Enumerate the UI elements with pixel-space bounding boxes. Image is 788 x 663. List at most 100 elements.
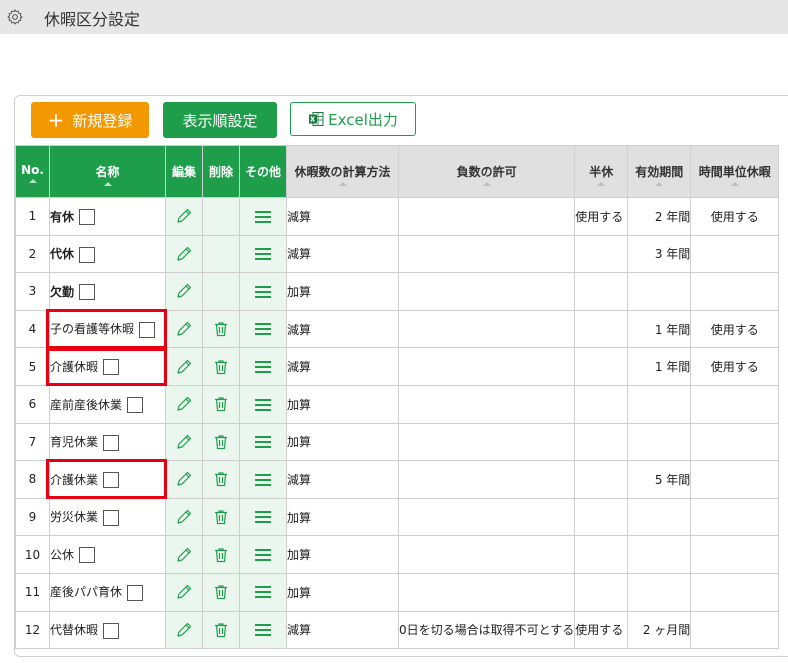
- trash-icon[interactable]: [212, 433, 230, 451]
- other-cell[interactable]: [239, 384, 287, 424]
- row-checkbox[interactable]: [103, 359, 120, 376]
- col-header-half[interactable]: 半休: [574, 145, 629, 198]
- table-row[interactable]: 12 代替休暇 減算 0日を切る場合は取得不可とする 使用する 2 ヶ月間: [15, 610, 780, 650]
- table-row[interactable]: 4 子の看護等休暇 減算 1 年間 使用する: [15, 309, 780, 349]
- row-checkbox[interactable]: [103, 434, 120, 451]
- other-cell[interactable]: [239, 309, 287, 349]
- row-checkbox[interactable]: [79, 209, 96, 226]
- pencil-icon[interactable]: [175, 470, 193, 488]
- edit-cell[interactable]: [165, 234, 203, 274]
- other-cell[interactable]: [239, 572, 287, 612]
- delete-cell[interactable]: [202, 422, 240, 462]
- pencil-icon[interactable]: [175, 433, 193, 451]
- col-header-valid[interactable]: 有効期間: [627, 145, 692, 198]
- trash-icon[interactable]: [212, 395, 230, 413]
- other-cell[interactable]: [239, 347, 287, 386]
- menu-icon[interactable]: [254, 623, 272, 637]
- pencil-icon[interactable]: [175, 207, 193, 225]
- col-header-no[interactable]: No.: [15, 145, 50, 198]
- trash-icon[interactable]: [212, 583, 230, 601]
- delete-cell[interactable]: [202, 384, 240, 424]
- menu-icon[interactable]: [254, 210, 272, 224]
- other-cell[interactable]: [239, 535, 287, 574]
- edit-cell[interactable]: [165, 535, 203, 574]
- pencil-icon[interactable]: [175, 583, 193, 601]
- col-header-hourly[interactable]: 時間単位休暇: [690, 145, 780, 198]
- delete-cell[interactable]: [202, 497, 240, 537]
- gear-icon[interactable]: [6, 8, 24, 26]
- trash-icon[interactable]: [212, 508, 230, 526]
- delete-cell[interactable]: [202, 460, 240, 499]
- edit-cell[interactable]: [165, 347, 203, 386]
- menu-icon[interactable]: [254, 510, 272, 524]
- pencil-icon[interactable]: [175, 282, 193, 300]
- row-checkbox[interactable]: [79, 284, 96, 301]
- row-checkbox[interactable]: [127, 584, 144, 601]
- other-cell[interactable]: [239, 497, 287, 537]
- table-row[interactable]: 8 介護休業 減算 5 年間: [15, 460, 780, 499]
- other-cell[interactable]: [239, 460, 287, 499]
- other-cell[interactable]: [239, 422, 287, 462]
- pencil-icon[interactable]: [175, 358, 193, 376]
- menu-icon[interactable]: [254, 247, 272, 261]
- row-checkbox[interactable]: [103, 622, 120, 639]
- menu-icon[interactable]: [254, 285, 272, 299]
- edit-cell[interactable]: [165, 572, 203, 612]
- menu-icon[interactable]: [254, 473, 272, 487]
- col-header-name[interactable]: 名称: [49, 145, 166, 198]
- pencil-icon[interactable]: [175, 320, 193, 338]
- edit-cell[interactable]: [165, 272, 203, 311]
- table-row[interactable]: 1 有休 減算 使用する 2 年間 使用する: [15, 197, 780, 236]
- table-row[interactable]: 2 代休 減算 3 年間: [15, 234, 780, 274]
- other-cell[interactable]: [239, 610, 287, 650]
- row-checkbox[interactable]: [103, 472, 120, 489]
- table-row[interactable]: 5 介護休暇 減算 1 年間 使用する: [15, 347, 780, 386]
- trash-icon[interactable]: [212, 470, 230, 488]
- menu-icon[interactable]: [254, 322, 272, 336]
- other-cell[interactable]: [239, 197, 287, 236]
- new-register-button[interactable]: + 新規登録: [31, 102, 149, 138]
- table-row[interactable]: 3 欠勤 加算: [15, 272, 780, 311]
- menu-icon[interactable]: [254, 435, 272, 449]
- row-checkbox[interactable]: [139, 321, 156, 338]
- menu-icon[interactable]: [254, 360, 272, 374]
- trash-icon[interactable]: [212, 320, 230, 338]
- pencil-icon[interactable]: [175, 245, 193, 263]
- trash-icon[interactable]: [212, 621, 230, 639]
- row-checkbox[interactable]: [127, 397, 144, 414]
- table-row[interactable]: 11 産後パパ育休 加算: [15, 572, 780, 612]
- delete-cell[interactable]: [202, 309, 240, 349]
- table-row[interactable]: 10 公休 加算: [15, 535, 780, 574]
- edit-cell[interactable]: [165, 422, 203, 462]
- edit-cell[interactable]: [165, 309, 203, 349]
- row-checkbox[interactable]: [103, 509, 120, 526]
- delete-cell[interactable]: [202, 347, 240, 386]
- col-header-negative[interactable]: 負数の許可: [397, 145, 576, 198]
- edit-cell[interactable]: [165, 610, 203, 650]
- delete-cell[interactable]: [202, 610, 240, 650]
- menu-icon[interactable]: [254, 548, 272, 562]
- pencil-icon[interactable]: [175, 621, 193, 639]
- excel-export-button[interactable]: Excel出力: [290, 102, 416, 136]
- trash-icon[interactable]: [212, 546, 230, 564]
- delete-cell[interactable]: [202, 535, 240, 574]
- menu-icon[interactable]: [254, 585, 272, 599]
- col-header-calc[interactable]: 休暇数の計算方法: [286, 145, 399, 198]
- edit-cell[interactable]: [165, 497, 203, 537]
- pencil-icon[interactable]: [175, 395, 193, 413]
- row-checkbox[interactable]: [79, 547, 96, 564]
- edit-cell[interactable]: [165, 384, 203, 424]
- other-cell[interactable]: [239, 234, 287, 274]
- edit-cell[interactable]: [165, 460, 203, 499]
- delete-cell[interactable]: [202, 572, 240, 612]
- other-cell[interactable]: [239, 272, 287, 311]
- table-row[interactable]: 9 労災休業 加算: [15, 497, 780, 537]
- table-row[interactable]: 7 育児休業 加算: [15, 422, 780, 462]
- menu-icon[interactable]: [254, 398, 272, 412]
- row-checkbox[interactable]: [79, 246, 96, 263]
- edit-cell[interactable]: [165, 197, 203, 236]
- pencil-icon[interactable]: [175, 546, 193, 564]
- pencil-icon[interactable]: [175, 508, 193, 526]
- trash-icon[interactable]: [212, 358, 230, 376]
- table-row[interactable]: 6 産前産後休業 加算: [15, 384, 780, 424]
